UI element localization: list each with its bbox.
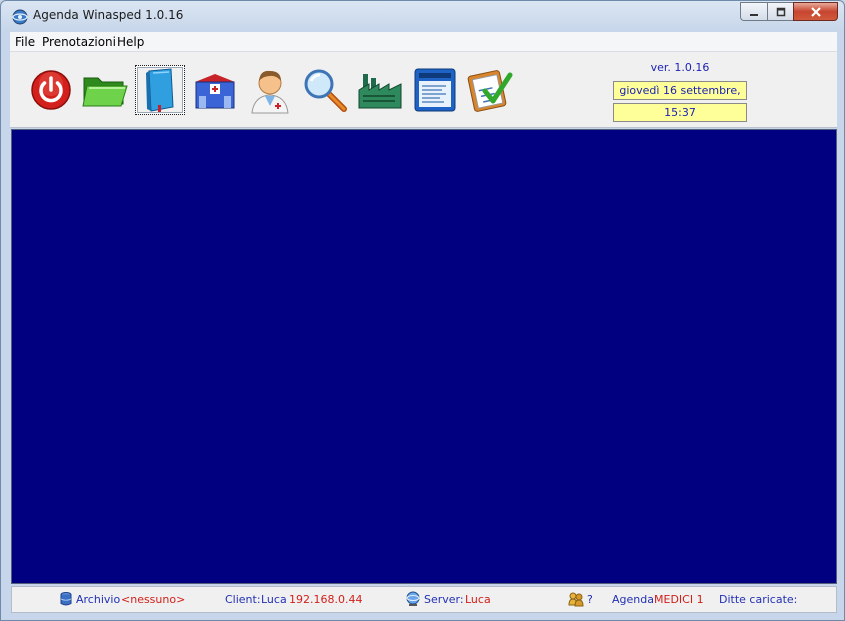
title-bar[interactable]: Agenda Winasped 1.0.16 xyxy=(1,1,844,31)
document-window-icon xyxy=(414,68,456,112)
client-label: Client: xyxy=(225,593,261,606)
search-button[interactable] xyxy=(300,65,350,115)
help-indicator: ? xyxy=(587,593,593,606)
app-window: Agenda Winasped 1.0.16 File Prenotazioni… xyxy=(0,0,845,621)
checklist-icon xyxy=(467,70,513,112)
minimize-button[interactable] xyxy=(740,2,767,21)
folder-icon xyxy=(82,77,128,107)
server-value: Luca xyxy=(465,593,491,606)
time-display: 15:37 xyxy=(613,103,747,122)
doctor-icon xyxy=(251,70,289,114)
agenda-label: Agenda xyxy=(612,593,654,606)
bookings-check-button[interactable] xyxy=(465,65,515,115)
documents-button[interactable] xyxy=(410,65,460,115)
menu-help[interactable]: Help xyxy=(117,35,144,49)
archivio-value: <nessuno> xyxy=(121,593,186,606)
companies-button[interactable] xyxy=(355,65,405,115)
globe-icon xyxy=(406,591,420,606)
database-icon xyxy=(60,592,72,606)
close-button[interactable] xyxy=(793,2,838,21)
menu-bar: File Prenotazioni Help xyxy=(10,32,837,52)
book-icon xyxy=(146,68,174,112)
factory-icon xyxy=(358,74,402,109)
client-user: Luca xyxy=(261,593,287,606)
mdi-workspace[interactable] xyxy=(11,129,837,584)
restore-icon xyxy=(776,7,785,16)
toolbar: ver. 1.0.16 giovedì 16 settembre, 2010 1… xyxy=(10,52,837,128)
maximize-button[interactable] xyxy=(767,2,793,21)
exit-button[interactable] xyxy=(26,65,76,115)
agenda-value: MEDICI 1 xyxy=(654,593,704,606)
menu-file[interactable]: File xyxy=(15,35,35,49)
ditte-label: Ditte caricate: xyxy=(719,593,798,606)
status-bar: Archivio <nessuno> Client: Luca 192.168.… xyxy=(11,586,837,613)
minimize-icon xyxy=(750,13,758,16)
window-controls xyxy=(740,2,838,21)
version-label: ver. 1.0.16 xyxy=(650,61,710,74)
close-icon xyxy=(810,6,821,17)
magnifier-icon xyxy=(304,69,347,112)
menu-prenotazioni[interactable]: Prenotazioni xyxy=(42,35,116,49)
open-archive-button[interactable] xyxy=(80,65,130,115)
hospital-button[interactable] xyxy=(190,65,240,115)
agenda-book-button[interactable] xyxy=(135,65,185,115)
doctors-button[interactable] xyxy=(245,65,295,115)
hospital-icon xyxy=(195,74,235,109)
client-ip: 192.168.0.44 xyxy=(289,593,363,606)
date-display: giovedì 16 settembre, 2010 xyxy=(613,81,747,114)
users-help-icon xyxy=(568,592,584,607)
power-icon xyxy=(31,70,71,110)
window-title: Agenda Winasped 1.0.16 xyxy=(33,8,184,22)
archivio-label: Archivio xyxy=(76,593,121,606)
app-icon[interactable] xyxy=(12,9,28,25)
server-label: Server: xyxy=(424,593,464,606)
